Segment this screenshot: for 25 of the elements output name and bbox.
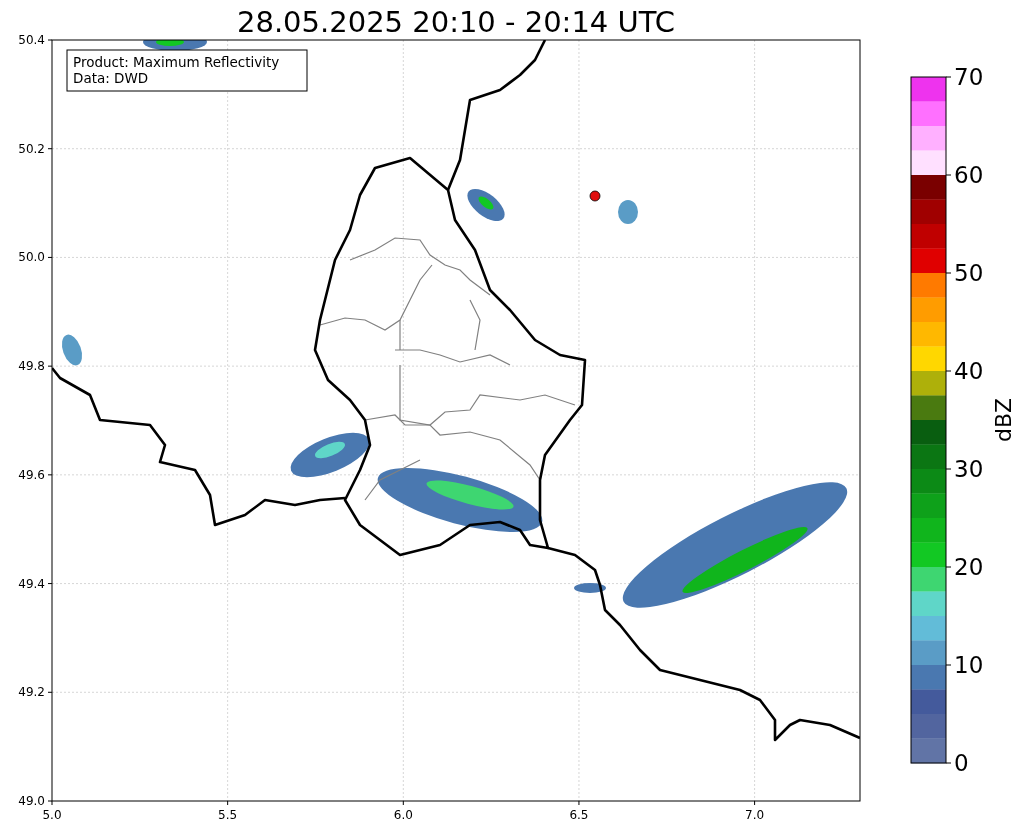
colorbar-tick-label: 20 [954, 554, 984, 580]
legend-text: Data: DWD [73, 70, 149, 86]
colorbar-tick-label: 40 [954, 358, 984, 384]
legend-text: Product: Maximum Reflectivity [73, 54, 280, 70]
axis-tick-label: 5.5 [218, 808, 238, 822]
colorbar-tick-label: 50 [954, 260, 984, 286]
axis-tick-label: 49.8 [18, 359, 45, 374]
axis-tick-label: 6.5 [569, 808, 589, 822]
axis-tick-label: 50.2 [18, 141, 45, 156]
colorbar-tick-label: 10 [954, 652, 984, 678]
axis-tick-label: 49.0 [18, 794, 45, 808]
axis-tick-label: 7.0 [745, 808, 765, 822]
colorbar-tick-label: 30 [954, 456, 984, 482]
axis-tick-label: 49.2 [18, 685, 45, 700]
axis-tick-label: 49.6 [18, 467, 45, 482]
colorbar-label: dBZ [991, 397, 1016, 443]
colorbar-tick-label: 70 [954, 64, 984, 90]
colorbar-tick-label: 60 [954, 162, 984, 188]
axis-tick-label: 50.0 [18, 250, 45, 265]
colorbar-tick-label: 0 [954, 750, 969, 776]
axis-tick-label: 50.4 [18, 33, 45, 47]
axis-tick-label: 49.4 [18, 576, 45, 591]
axis-tick-label: 5.0 [42, 808, 62, 822]
chart-title: 28.05.2025 20:10 - 20:14 UTC [237, 5, 675, 39]
axis-tick-label: 6.0 [393, 808, 413, 822]
